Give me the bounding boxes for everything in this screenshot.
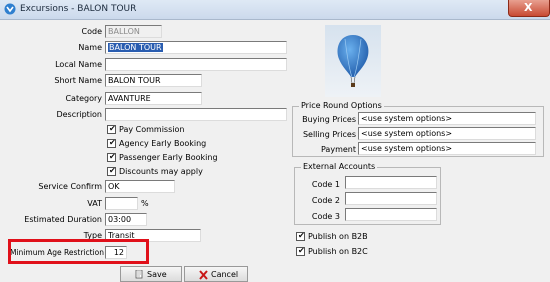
code-label: Code [81, 27, 102, 36]
save-button[interactable]: Save [120, 266, 182, 282]
payment-label: Payment [320, 145, 356, 154]
description-label: Description [56, 110, 102, 119]
passenger-early-booking-checkbox[interactable]: ✔ [107, 152, 116, 162]
check-icon: ✔ [109, 138, 116, 147]
selling-prices-field[interactable]: <use system options> [358, 127, 536, 140]
window-title: Excursions - BALON TOUR [20, 4, 137, 14]
minimum-age-highlight-box [8, 239, 149, 264]
cancel-icon [199, 270, 208, 280]
local-name-field[interactable] [105, 58, 287, 71]
category-label: Category [65, 94, 102, 103]
code1-field[interactable] [345, 176, 437, 189]
category-field[interactable]: AVANTURE [105, 92, 202, 105]
cancel-button[interactable]: Cancel [184, 266, 248, 282]
short-name-field[interactable]: BALON TOUR [105, 74, 202, 87]
code2-label: Code 2 [311, 196, 340, 205]
selling-prices-label: Selling Prices [302, 130, 356, 139]
buying-prices-label: Buying Prices [302, 115, 356, 124]
title-bar: Excursions - BALON TOUR X [0, 0, 550, 20]
name-label: Name [78, 43, 102, 52]
check-icon: ✔ [109, 166, 116, 175]
local-name-label: Local Name [55, 60, 102, 69]
agency-early-booking-checkbox[interactable]: ✔ [107, 138, 116, 148]
vat-percent-unit: % [141, 199, 149, 208]
check-icon: ✔ [109, 124, 116, 133]
estimated-duration-label: Estimated Duration [24, 215, 102, 224]
balloon-image [325, 25, 381, 97]
cancel-button-label: Cancel [211, 270, 239, 279]
code1-label: Code 1 [311, 180, 340, 189]
vat-field[interactable] [105, 197, 138, 210]
description-field[interactable] [105, 108, 287, 121]
service-confirm-field[interactable]: OK [105, 180, 175, 193]
code3-field[interactable] [345, 208, 437, 221]
publish-b2b-label: Publish on B2B [308, 232, 368, 241]
agency-early-booking-label: Agency Early Booking [119, 139, 207, 148]
publish-b2c-label: Publish on B2C [308, 247, 368, 256]
excursions-window: Excursions - BALON TOUR X Code BALLON Na… [0, 0, 550, 282]
publish-b2c-checkbox[interactable]: ✔ [296, 246, 305, 256]
check-icon: ✔ [298, 246, 305, 255]
close-button[interactable]: X [508, 0, 550, 17]
check-icon: ✔ [298, 231, 305, 240]
external-accounts-title: External Accounts [301, 162, 378, 171]
name-value: BALON TOUR [108, 43, 163, 52]
code3-label: Code 3 [311, 212, 340, 221]
vat-label: VAT [87, 199, 102, 208]
price-round-options-title: Price Round Options [299, 101, 384, 110]
save-button-label: Save [147, 270, 167, 279]
short-name-label: Short Name [54, 76, 102, 85]
code-field[interactable]: BALLON [105, 25, 162, 38]
app-icon [4, 3, 16, 15]
discounts-may-apply-checkbox[interactable]: ✔ [107, 166, 116, 176]
save-icon [135, 270, 143, 279]
payment-field[interactable]: <use system options> [358, 142, 536, 155]
close-icon: X [524, 1, 533, 14]
pay-commission-checkbox[interactable]: ✔ [107, 124, 116, 134]
name-field[interactable]: BALON TOUR [105, 41, 287, 54]
estimated-duration-field[interactable]: 03:00 [105, 213, 147, 226]
check-icon: ✔ [109, 152, 116, 161]
service-confirm-label: Service Confirm [38, 182, 102, 191]
code2-field[interactable] [345, 192, 437, 205]
buying-prices-field[interactable]: <use system options> [358, 112, 536, 125]
passenger-early-booking-label: Passenger Early Booking [119, 153, 218, 162]
pay-commission-label: Pay Commission [119, 125, 185, 134]
discounts-may-apply-label: Discounts may apply [119, 167, 203, 176]
publish-b2b-checkbox[interactable]: ✔ [296, 231, 305, 241]
